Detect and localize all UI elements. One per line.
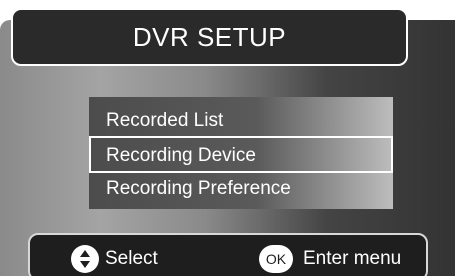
ok-button-icon: OK <box>259 245 293 273</box>
select-hint-label: Select <box>105 248 158 269</box>
dvr-setup-screen: DVR SETUP Recorded List Recording Device… <box>0 0 455 276</box>
menu-item-recording-device[interactable]: Recording Device <box>89 136 393 173</box>
dvr-setup-menu: Recorded List Recording Device Recording… <box>89 97 393 209</box>
up-down-arrows-icon <box>71 245 99 273</box>
title-bar: DVR SETUP <box>11 8 408 66</box>
key-hint-bar: Select OK Enter menu <box>28 233 428 276</box>
page-title: DVR SETUP <box>132 22 287 52</box>
enter-menu-hint-label: Enter menu <box>303 248 402 269</box>
menu-item-recorded-list[interactable]: Recorded List <box>89 104 393 138</box>
menu-item-recording-preference[interactable]: Recording Preference <box>89 172 393 206</box>
